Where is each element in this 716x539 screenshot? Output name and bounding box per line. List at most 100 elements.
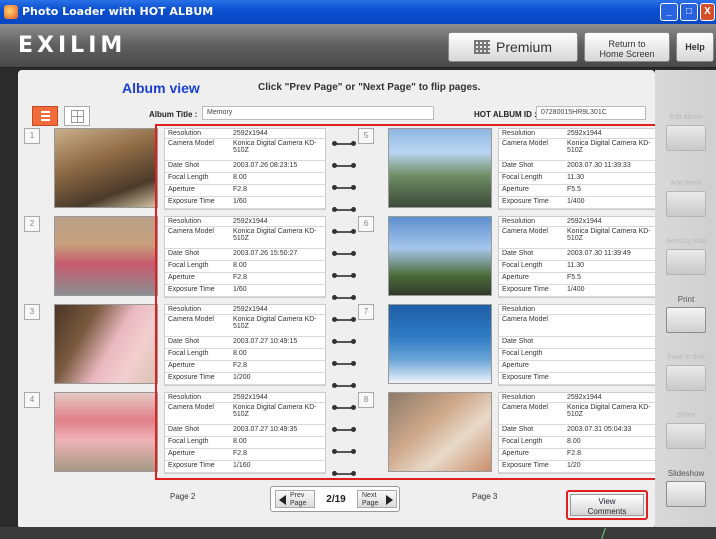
premium-upgrade-button[interactable]: Premium Upgrade bbox=[448, 32, 578, 83]
spiral-binding bbox=[332, 140, 356, 480]
table-row: Focal Length bbox=[499, 349, 659, 361]
app-header: EXILIM Premium Upgrade Return to Home Sc… bbox=[0, 24, 716, 83]
view-comments-button[interactable]: View Comments bbox=[566, 490, 648, 520]
page-navigator: Prev Page 2/19 Next Page bbox=[270, 486, 400, 512]
edit-album-button[interactable]: Edit album bbox=[661, 114, 711, 151]
entry-number: 4 bbox=[24, 392, 40, 408]
slideshow-button[interactable]: Slideshow bbox=[661, 470, 711, 507]
photo-entry[interactable]: 6 Resolution 2592x1944 Camera Model Konica… bbox=[358, 214, 660, 300]
table-row: Camera Model Konica Digital Camera KD-510… bbox=[499, 403, 659, 425]
photo-thumbnail[interactable] bbox=[54, 392, 158, 472]
exif-table: Resolution 2592x1944 Camera Model Konica D… bbox=[164, 392, 326, 474]
table-row: Focal Length 11.30 bbox=[499, 173, 659, 185]
save-disk-button[interactable]: Save to disk bbox=[661, 354, 711, 391]
table-row: Date Shot 2003.07.27 10:49:35 bbox=[165, 425, 325, 437]
table-row: Date Shot 2003.07.27 10:49:15 bbox=[165, 337, 325, 349]
table-row: Focal Length 8.00 bbox=[165, 173, 325, 185]
table-row: Aperture F2.8 bbox=[165, 273, 325, 285]
table-row: Aperture F2.8 bbox=[165, 361, 325, 373]
photo-entry[interactable]: 1 Resolution 2592x1944 Camera Model Konica… bbox=[24, 126, 326, 212]
table-row: Aperture bbox=[499, 361, 659, 373]
add-items-button[interactable]: Add items bbox=[661, 180, 711, 217]
exif-table: Resolution 2592x1944 Camera Model Konica D… bbox=[498, 392, 660, 474]
flip-hint: Click "Prev Page" or "Next Page" to flip… bbox=[258, 82, 481, 93]
table-row: Focal Length 8.00 bbox=[165, 261, 325, 273]
album-id-field[interactable]: 07280015HR9L301C bbox=[536, 106, 646, 120]
exif-table: Resolution 2592x1944 Camera Model Konica D… bbox=[498, 128, 660, 210]
minimize-button[interactable]: _ bbox=[660, 3, 678, 21]
entry-number: 5 bbox=[358, 128, 374, 144]
next-page-button[interactable]: Next Page bbox=[357, 490, 397, 508]
table-row: Camera Model Konica Digital Camera KD-510… bbox=[165, 227, 325, 249]
page-title: Album view bbox=[122, 80, 200, 96]
exilim-logo: EXILIM bbox=[18, 33, 127, 58]
photo-entry[interactable]: 4 Resolution 2592x1944 Camera Model Konica… bbox=[24, 390, 326, 476]
table-row: Exposure Time 1/20 bbox=[499, 461, 659, 473]
table-row: Date Shot 2003.07.31 05:04:33 bbox=[499, 425, 659, 437]
table-row: Exposure Time bbox=[499, 373, 659, 385]
table-row: Date Shot 2003.07.26 15:50:27 bbox=[165, 249, 325, 261]
photo-thumbnail[interactable] bbox=[54, 216, 158, 296]
table-row: Resolution 2592x1944 bbox=[165, 217, 325, 227]
help-button[interactable]: Help bbox=[676, 32, 714, 62]
page-count: 2/19 bbox=[326, 494, 346, 505]
photo-thumbnail[interactable] bbox=[388, 392, 492, 472]
send-mail-button[interactable]: Send by Mail bbox=[661, 238, 711, 275]
entry-number: 8 bbox=[358, 392, 374, 408]
table-row: Date Shot 2003.07.30 11:39:33 bbox=[499, 161, 659, 173]
table-row: Resolution bbox=[499, 305, 659, 315]
album-panel: Album view Click "Prev Page" or "Next Pa… bbox=[18, 70, 660, 529]
entry-number: 2 bbox=[24, 216, 40, 232]
photo-entry[interactable]: 8 Resolution 2592x1944 Camera Model Konica… bbox=[358, 390, 660, 476]
photo-thumbnail[interactable] bbox=[388, 128, 492, 208]
album-title-field[interactable]: Memory bbox=[202, 106, 434, 120]
list-view-button[interactable] bbox=[32, 106, 58, 126]
album-title-label: Album Title : bbox=[149, 110, 198, 119]
edit-album-icon bbox=[666, 125, 706, 151]
table-row: Resolution 2592x1944 bbox=[165, 393, 325, 403]
status-strip bbox=[0, 527, 716, 539]
table-row: Exposure Time 1/400 bbox=[499, 285, 659, 297]
table-row: Aperture F5.5 bbox=[499, 185, 659, 197]
table-row: Camera Model Konica Digital Camera KD-510… bbox=[499, 139, 659, 161]
share-icon bbox=[666, 423, 706, 449]
photo-thumbnail[interactable] bbox=[388, 304, 492, 384]
entry-number: 6 bbox=[358, 216, 374, 232]
table-row: Focal Length 8.00 bbox=[499, 437, 659, 449]
grid-view-button[interactable] bbox=[64, 106, 90, 126]
photo-thumbnail[interactable] bbox=[388, 216, 492, 296]
table-row: Camera Model Konica Digital Camera KD-510… bbox=[165, 139, 325, 161]
comments-label-line2: Comments bbox=[587, 507, 627, 516]
table-row: Date Shot 2003.07.30 11:39:49 bbox=[499, 249, 659, 261]
photo-entry[interactable]: 7 Resolution Camera Model Date Shot Foca… bbox=[358, 302, 660, 388]
print-button[interactable]: Print bbox=[661, 296, 711, 333]
photo-thumbnail[interactable] bbox=[54, 304, 158, 384]
close-button[interactable]: X bbox=[700, 3, 715, 21]
maximize-button[interactable]: □ bbox=[680, 3, 698, 21]
window-title: Photo Loader with HOT ALBUM bbox=[22, 5, 214, 18]
right-page-label: Page 3 bbox=[472, 492, 498, 501]
add-items-icon bbox=[666, 191, 706, 217]
app-icon bbox=[4, 5, 18, 19]
exif-table: Resolution 2592x1944 Camera Model Konica D… bbox=[164, 304, 326, 386]
return-home-button[interactable]: Return to Home Screen bbox=[584, 32, 670, 62]
left-page: 1 Resolution 2592x1944 Camera Model Konica… bbox=[24, 126, 326, 476]
photo-thumbnail[interactable] bbox=[54, 128, 158, 208]
prev-page-button[interactable]: Prev Page bbox=[275, 490, 315, 508]
exif-table: Resolution 2592x1944 Camera Model Konica D… bbox=[498, 216, 660, 298]
table-row: Resolution 2592x1944 bbox=[499, 129, 659, 139]
photo-entry[interactable]: 2 Resolution 2592x1944 Camera Model Konica… bbox=[24, 214, 326, 300]
entry-number: 1 bbox=[24, 128, 40, 144]
table-row: Aperture F2.8 bbox=[499, 449, 659, 461]
slideshow-icon bbox=[666, 481, 706, 507]
save-icon bbox=[666, 365, 706, 391]
table-row: Date Shot 2003.07.26 08:23:15 bbox=[165, 161, 325, 173]
photo-entry[interactable]: 3 Resolution 2592x1944 Camera Model Konica… bbox=[24, 302, 326, 388]
app-window: Photo Loader with HOT ALBUM _ □ X EXILIM… bbox=[0, 0, 716, 539]
entry-number: 7 bbox=[358, 304, 374, 320]
upgrade-icon bbox=[473, 40, 490, 54]
share-button[interactable]: Share bbox=[661, 412, 711, 449]
right-page: 5 Resolution 2592x1944 Camera Model Konica… bbox=[358, 126, 660, 476]
photo-entry[interactable]: 5 Resolution 2592x1944 Camera Model Konica… bbox=[358, 126, 660, 212]
grid-icon bbox=[71, 110, 84, 123]
